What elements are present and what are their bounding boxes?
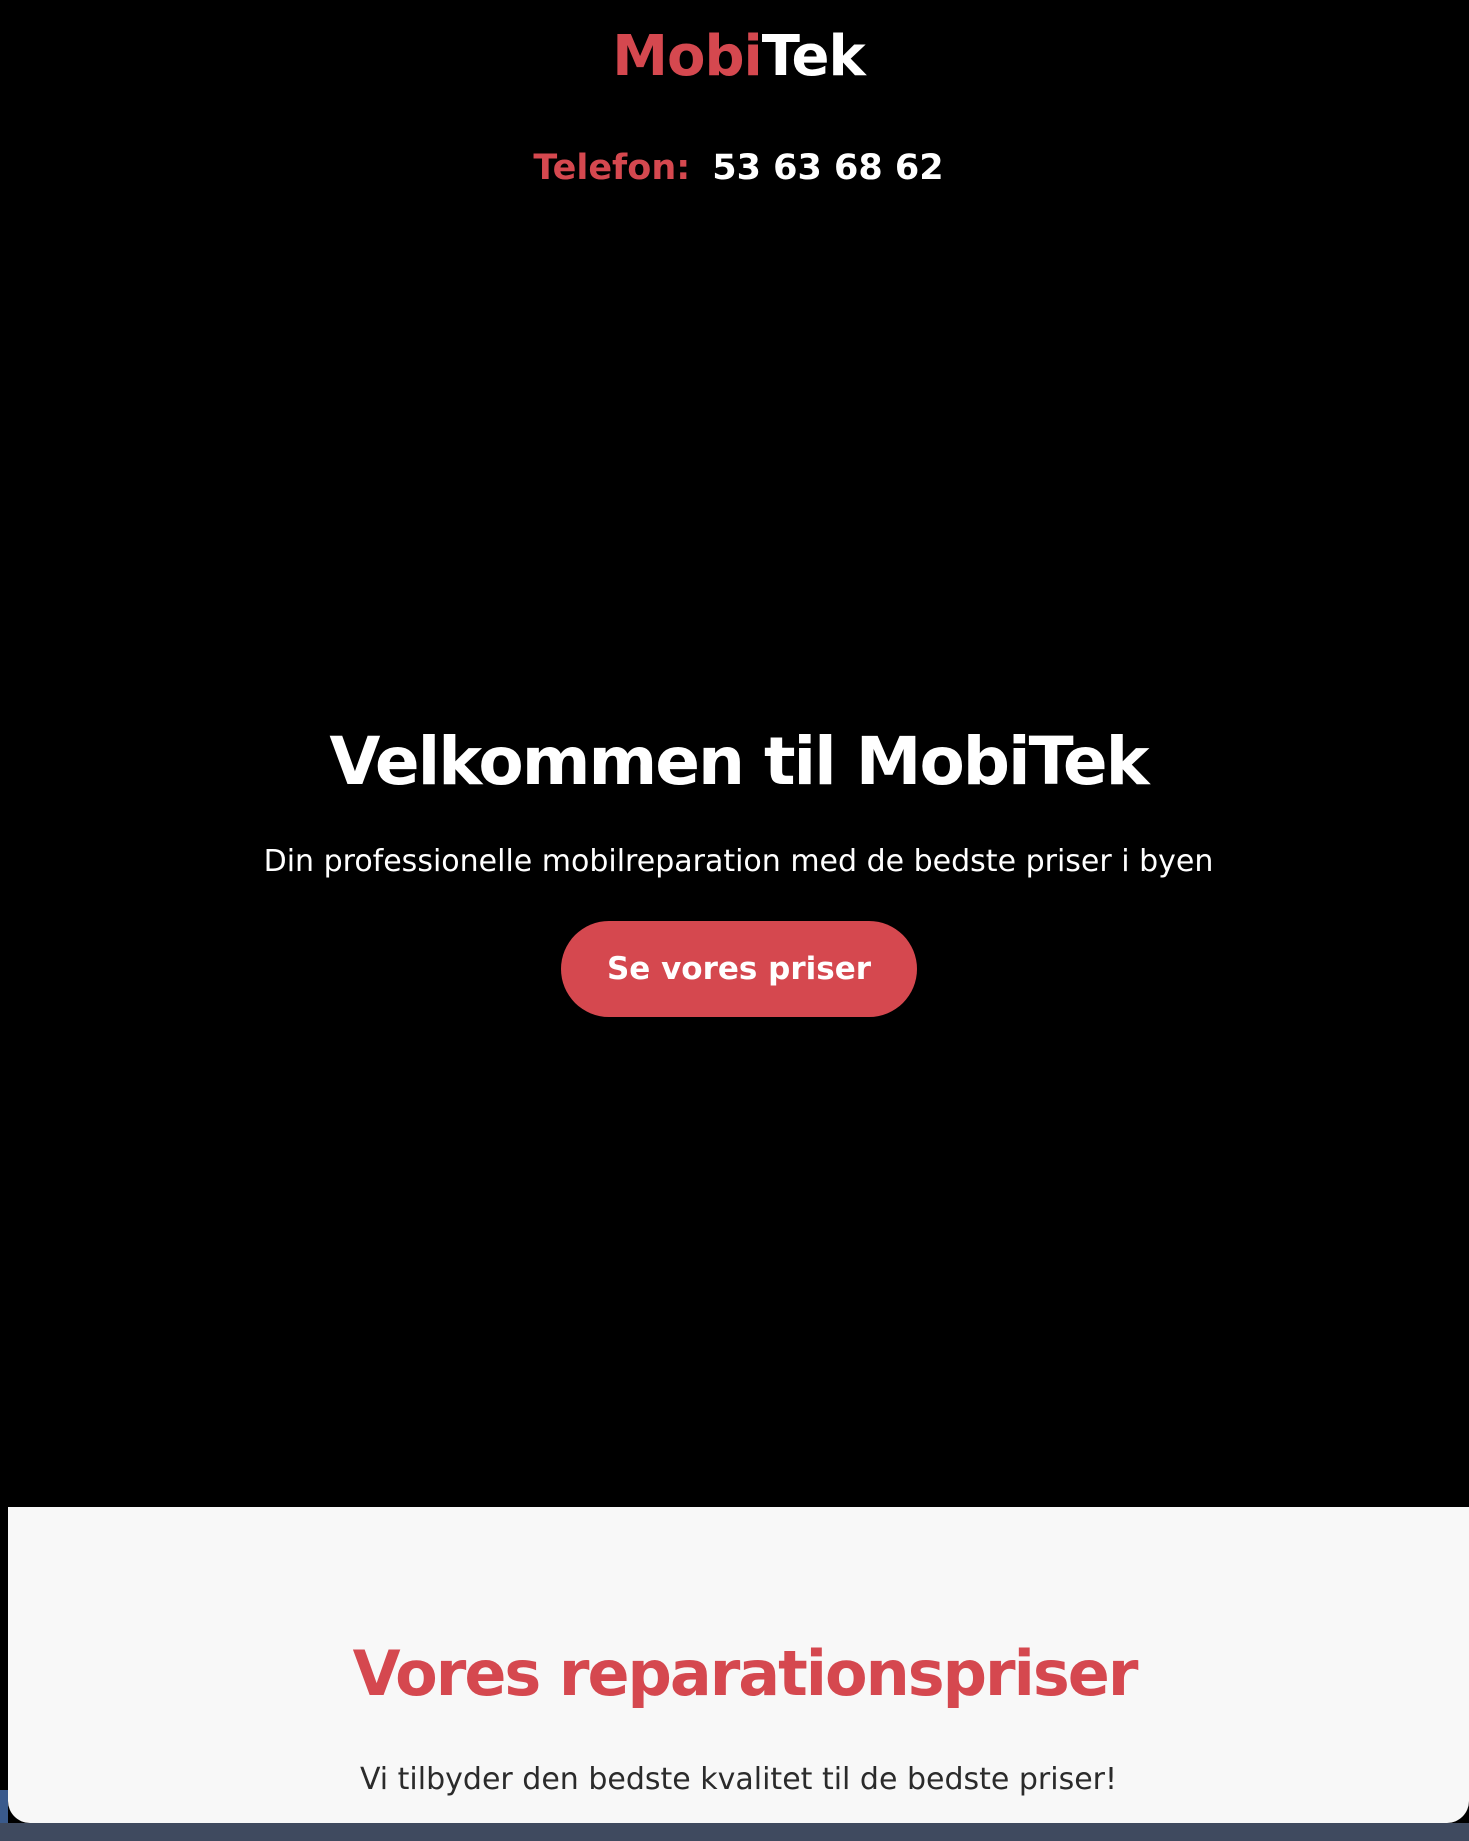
phone-label: Telefon: <box>533 148 691 188</box>
phone-contact: Telefon: 53 63 68 62 <box>8 146 1469 190</box>
hero-section: MobiTek Telefon: 53 63 68 62 Velkommen ti… <box>8 0 1469 1507</box>
taskbar-strip <box>0 1823 1469 1841</box>
page: MobiTek Telefon: 53 63 68 62 Velkommen ti… <box>0 0 1469 1841</box>
prices-subtitle: Vi tilbyder den bedste kvalitet til de b… <box>359 1762 1118 1797</box>
see-prices-button[interactable]: Se vores priser <box>561 921 917 1017</box>
logo-rest-text: Tek <box>761 24 866 89</box>
logo[interactable]: MobiTek <box>8 24 1469 90</box>
logo-accent-text: Mobi <box>612 24 762 89</box>
prices-title: Vores reparationspriser <box>352 1637 1139 1710</box>
prices-section: Vores reparationspriser Vi tilbyder den … <box>8 1507 1469 1823</box>
phone-number-link[interactable]: 53 63 68 62 <box>712 148 943 188</box>
hero-title: Velkommen til MobiTek <box>329 723 1149 800</box>
hero-subtitle: Din professionelle mobilreparation med d… <box>263 844 1214 879</box>
